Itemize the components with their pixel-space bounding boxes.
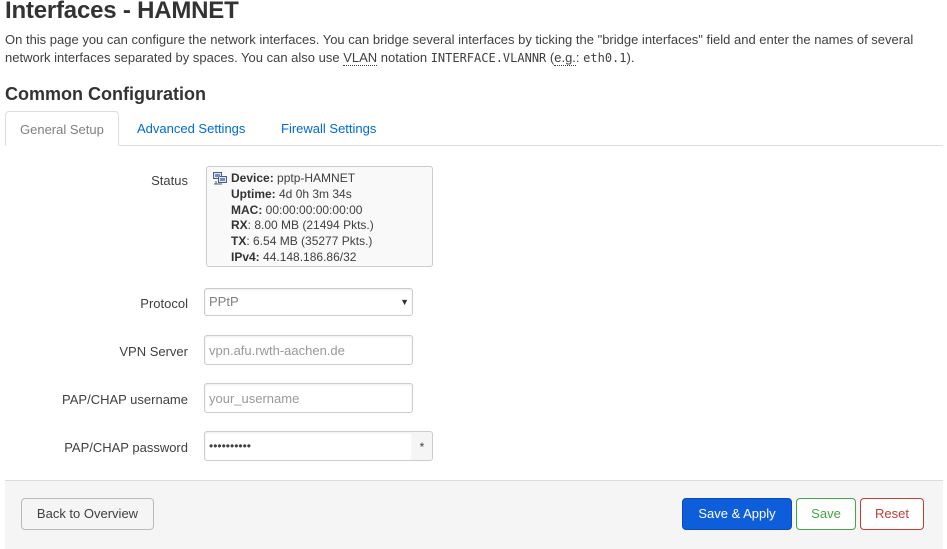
reset-button[interactable]: Reset bbox=[860, 498, 924, 530]
password-field-group: •••••••••• * bbox=[204, 431, 433, 461]
vlan-notation-code: INTERFACE.VLANNR bbox=[430, 51, 547, 65]
section-title: Common Configuration bbox=[5, 84, 206, 104]
status-mac-line: MAC: 00:00:00:00:00:00 bbox=[231, 203, 374, 219]
description-text: ). bbox=[626, 50, 635, 65]
page-title: Interfaces - HAMNET bbox=[5, 0, 239, 24]
description-text: notation bbox=[377, 50, 431, 65]
save-and-apply-button[interactable]: Save & Apply bbox=[682, 498, 792, 530]
status-ipv4-value: 44.148.186.86/32 bbox=[259, 249, 357, 264]
protocol-select[interactable]: PPtP ▼ bbox=[204, 288, 413, 316]
example-code: eth0.1 bbox=[583, 51, 627, 65]
status-tx-line: TX: 6.54 MB (35277 Pkts.) bbox=[231, 234, 374, 250]
status-rx-key: RX bbox=[231, 218, 248, 233]
vpn-server-input[interactable] bbox=[204, 335, 413, 365]
status-device-line: Device: pptp-HAMNET bbox=[231, 171, 374, 187]
status-mac-key: MAC: bbox=[231, 202, 263, 217]
page-description: On this page you can configure the netwo… bbox=[5, 31, 940, 67]
status-uptime-line: Uptime: 4d 0h 3m 34s bbox=[231, 187, 374, 203]
dropdown-arrow-icon: ▼ bbox=[400, 297, 409, 307]
reveal-password-button[interactable]: * bbox=[412, 431, 433, 461]
username-input[interactable] bbox=[204, 383, 413, 413]
tab-bar: General Setup Advanced Settings Firewall… bbox=[5, 111, 943, 146]
status-rx-value: : 8.00 MB (21494 Pkts.) bbox=[247, 218, 374, 233]
status-mac-value: 00:00:00:00:00:00 bbox=[262, 202, 363, 217]
status-details: Device: pptp-HAMNET Uptime: 4d 0h 3m 34s… bbox=[231, 171, 374, 266]
tab-firewall-settings[interactable]: Firewall Settings bbox=[267, 111, 390, 146]
vpn-server-label: VPN Server bbox=[119, 344, 188, 359]
status-tx-value: : 6.54 MB (35277 Pkts.) bbox=[246, 234, 373, 249]
status-uptime-value: 4d 0h 3m 34s bbox=[275, 186, 352, 201]
save-button[interactable]: Save bbox=[796, 498, 856, 530]
password-label: PAP/CHAP password bbox=[64, 440, 188, 455]
status-device-value: pptp-HAMNET bbox=[273, 171, 356, 185]
status-device-key: Device: bbox=[231, 171, 274, 185]
status-ipv4-line: IPv4: 44.148.186.86/32 bbox=[231, 250, 374, 266]
vlan-abbreviation: VLAN bbox=[343, 50, 378, 66]
status-label: Status bbox=[151, 173, 188, 188]
eg-abbreviation: e.g. bbox=[554, 50, 576, 66]
tab-general-setup[interactable]: General Setup bbox=[5, 111, 119, 146]
protocol-selected-value: PPtP bbox=[209, 294, 239, 309]
username-label: PAP/CHAP username bbox=[62, 392, 188, 407]
status-tx-key: TX bbox=[231, 234, 247, 249]
network-device-icon bbox=[213, 172, 227, 185]
status-uptime-key: Uptime: bbox=[231, 186, 276, 201]
password-input[interactable]: •••••••••• bbox=[204, 431, 413, 461]
status-ipv4-key: IPv4: bbox=[231, 249, 260, 264]
tab-advanced-settings[interactable]: Advanced Settings bbox=[123, 111, 259, 146]
interface-status-box: Device: pptp-HAMNET Uptime: 4d 0h 3m 34s… bbox=[206, 166, 433, 267]
back-to-overview-button[interactable]: Back to Overview bbox=[21, 498, 154, 530]
tab-panel-general-setup bbox=[5, 145, 943, 480]
status-rx-line: RX: 8.00 MB (21494 Pkts.) bbox=[231, 218, 374, 234]
protocol-label: Protocol bbox=[140, 296, 188, 311]
